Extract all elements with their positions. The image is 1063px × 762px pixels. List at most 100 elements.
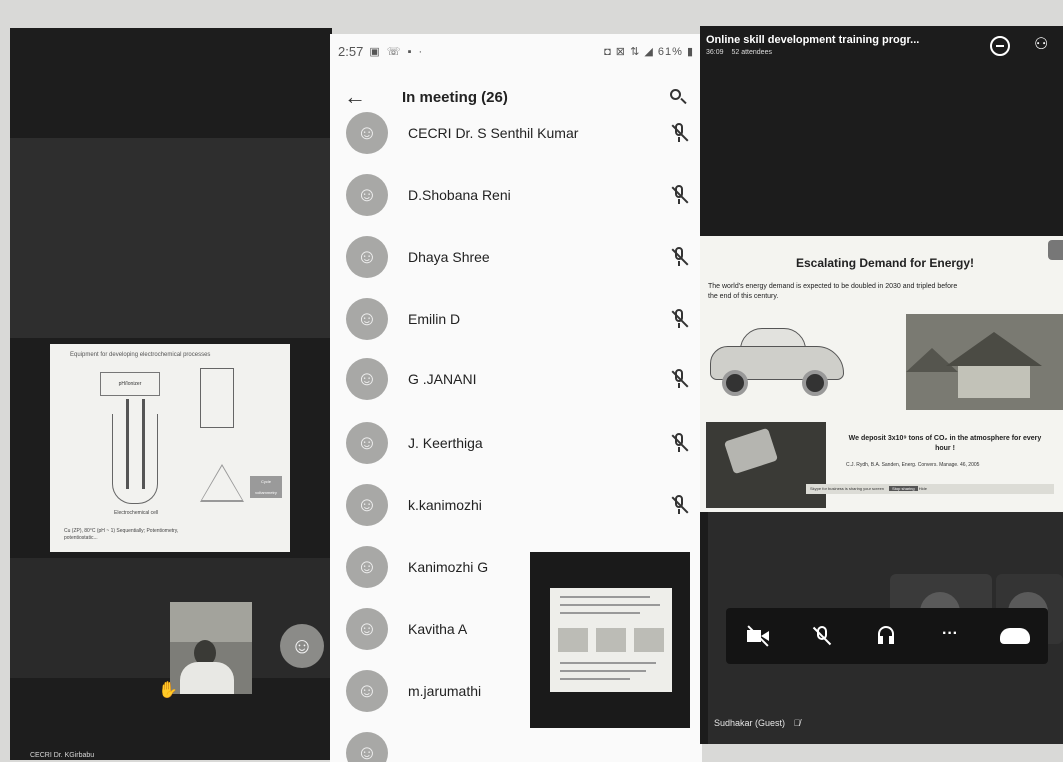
avatar[interactable]: ☺ <box>280 624 324 668</box>
mic-off-icon <box>670 368 689 390</box>
text-line <box>560 662 656 664</box>
participant-name: Dhaya Shree <box>408 249 490 265</box>
thumbnail-image <box>634 628 664 652</box>
avatar: ☺ <box>346 546 388 588</box>
notification-icons: ▣ ☏ ▪ · <box>369 45 425 58</box>
call-controls: ··· <box>726 608 1048 664</box>
participant-name: Emilin D <box>408 311 461 327</box>
list-item[interactable]: ☺ <box>330 722 702 762</box>
list-item[interactable]: ☺ D.Shobana Reni <box>330 164 702 226</box>
attendee-count: 52 attendees <box>731 49 772 56</box>
mobile-phone-image <box>706 422 826 508</box>
participant-name: Kavitha A <box>408 621 468 637</box>
slide-text: The world's energy demand is expected to… <box>708 283 958 300</box>
avatar: ☺ <box>346 732 388 762</box>
text-line <box>560 678 630 680</box>
mic-off-icon: 🎙̸ <box>793 718 801 728</box>
avatar: ☺ <box>346 112 388 154</box>
electrode-rod <box>142 399 145 489</box>
avatar: ☺ <box>346 358 388 400</box>
slide-reference: C.J. Rydh, B.A. Sanden, Energ. Convers. … <box>846 462 980 468</box>
participant-name: G .JANANI <box>408 371 477 387</box>
meeting-title-bar: Online skill development training progr.… <box>700 26 1063 78</box>
mic-off-icon <box>670 432 689 454</box>
list-item[interactable]: ☺ CECRI Dr. S Senthil Kumar <box>330 102 702 164</box>
presenter-name-label: Sudhakar (Guest) 🎙̸ <box>714 718 800 728</box>
avatar: ☺ <box>346 174 388 216</box>
avatar: ☺ <box>346 298 388 340</box>
list-item[interactable]: ☺ J. Keerthiga <box>330 412 702 474</box>
hide-link[interactable]: Hide <box>919 486 927 491</box>
mic-off-icon <box>670 184 689 206</box>
text-line <box>560 612 640 614</box>
slide-box-label: pH/Ionizer <box>100 372 160 396</box>
avatar: ☺ <box>346 236 388 278</box>
mic-off-icon <box>670 122 689 144</box>
hut-roof <box>946 332 1042 366</box>
text-line <box>560 670 646 672</box>
chat-icon[interactable] <box>990 36 1010 56</box>
text-line <box>560 596 650 598</box>
list-item[interactable]: ☺ Dhaya Shree <box>330 226 702 288</box>
more-icon[interactable]: ··· <box>936 622 964 650</box>
stop-sharing-button[interactable]: Stop sharing <box>889 486 918 491</box>
left-meeting-panel: Equipment for developing electrochemical… <box>10 28 332 760</box>
car-wheel <box>802 370 828 396</box>
status-bar: 2:57 ▣ ☏ ▪ · ◘ ⊠ ⇅ ◢ 61% ▮ <box>330 34 702 68</box>
status-time: 2:57 <box>338 43 364 59</box>
avatar: ☺ <box>346 422 388 464</box>
hand-raise-icon: ✋ <box>158 682 178 699</box>
banner-text: Skype for business is sharing your scree… <box>810 486 885 491</box>
village-image <box>906 314 1063 410</box>
meeting-duration: 36:09 <box>706 49 724 56</box>
participant-name: Kanimozhi G <box>408 559 489 575</box>
hang-up-icon[interactable] <box>1000 628 1030 644</box>
participant-name: k.kanimozhi <box>408 497 482 513</box>
electrode-rod <box>126 399 129 489</box>
person-body <box>180 662 234 694</box>
people-icon[interactable]: ⚇ <box>1034 34 1048 54</box>
video-off-icon[interactable] <box>744 622 772 650</box>
avatar: ☺ <box>346 608 388 650</box>
avatar: ☺ <box>346 670 388 712</box>
participant-name: CECRI Dr. S Senthil Kumar <box>408 125 579 141</box>
text-line <box>560 604 660 606</box>
participant-name: J. Keerthiga <box>408 435 483 451</box>
slide-title: Equipment for developing electrochemical… <box>70 352 211 358</box>
participant-name-label: CECRI Dr. KGirbabu <box>30 752 95 759</box>
mic-off-icon <box>670 308 689 330</box>
video-band-top <box>10 138 332 338</box>
device-shape <box>723 427 779 475</box>
list-item[interactable]: ☺ Emilin D <box>330 288 702 350</box>
avatar: ☺ <box>346 484 388 526</box>
mic-off-icon[interactable] <box>808 622 836 650</box>
slide-caption-small: Cu (ZP), 80°C (pH ~ 1) Sequentially; Pot… <box>64 528 179 541</box>
video-background <box>170 602 252 642</box>
participant-name: m.jarumathi <box>408 683 482 699</box>
battery-status: ◘ ⊠ ⇅ ◢ 61% ▮ <box>604 45 694 58</box>
screen-share-banner: Skype for business is sharing your scree… <box>806 484 1054 494</box>
headset-icon[interactable] <box>872 622 900 650</box>
thumbnail-page <box>550 588 672 692</box>
cell-diagram <box>200 368 234 428</box>
participant-video[interactable] <box>170 602 252 694</box>
car-wheel <box>722 370 748 396</box>
thumbnail-image <box>596 628 626 652</box>
right-meeting-panel: Online skill development training progr.… <box>700 26 1063 744</box>
list-item[interactable]: ☺ k.kanimozhi <box>330 474 702 536</box>
side-tab[interactable] <box>1048 240 1063 260</box>
mic-off-icon <box>670 494 689 516</box>
mic-off-icon <box>670 246 689 268</box>
shared-screen-thumbnail[interactable] <box>530 552 690 728</box>
thumbnail-image <box>558 628 588 652</box>
participant-name: D.Shobana Reni <box>408 187 511 203</box>
shared-slide-electrochem: Equipment for developing electrochemical… <box>50 344 290 552</box>
car-image <box>706 318 850 404</box>
hut-wall <box>958 366 1030 398</box>
triangle-diagram <box>200 464 244 502</box>
slide-grey-label: Cycle voltammetry <box>250 476 282 498</box>
vessel-diagram <box>112 414 158 504</box>
slide-title: Escalating Demand for Energy! <box>796 256 975 270</box>
list-item[interactable]: ☺ G .JANANI <box>330 348 702 410</box>
shared-slide-energy: Escalating Demand for Energy! The world'… <box>700 236 1063 512</box>
